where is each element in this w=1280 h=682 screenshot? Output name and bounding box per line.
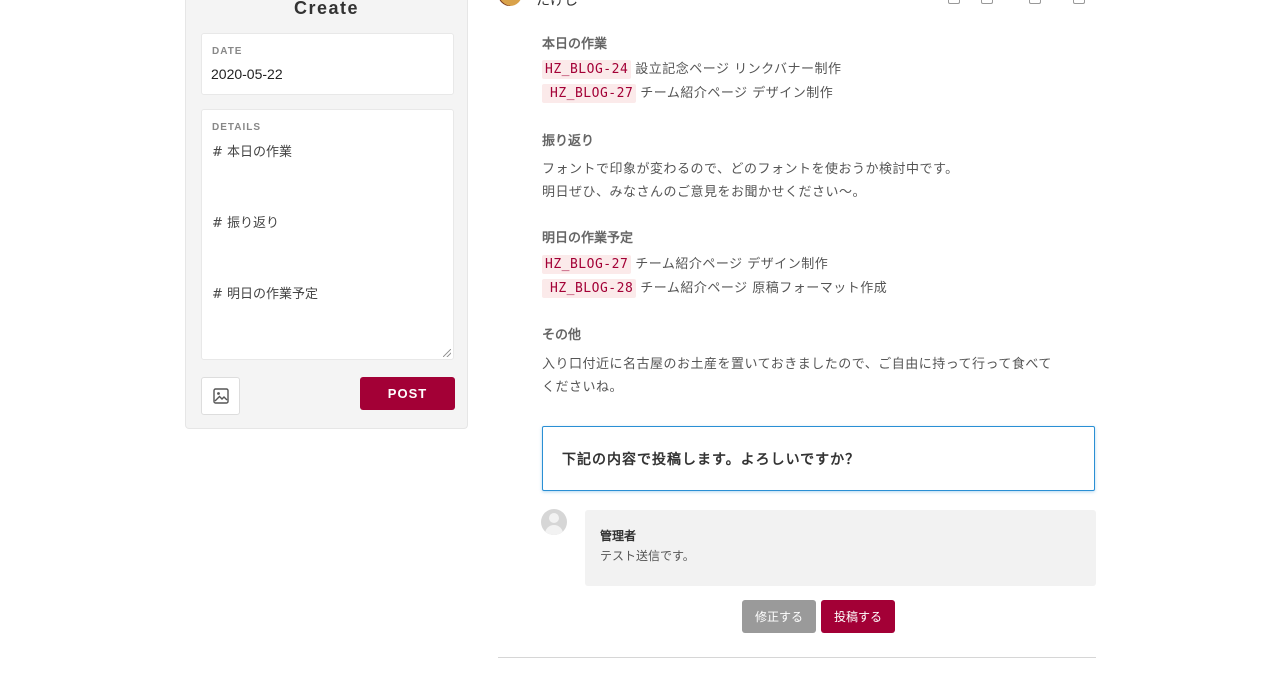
issue-tag[interactable]: HZ_BLOG-28: [542, 279, 637, 298]
issue-tag[interactable]: HZ_BLOG-24: [542, 60, 632, 79]
commenter-avatar: [541, 509, 567, 535]
issue-tag[interactable]: HZ_BLOG-27: [542, 255, 632, 274]
comment-icon[interactable]: [1029, 0, 1041, 4]
comment-author: 管理者: [600, 529, 637, 543]
date-field[interactable]: DATE 2020-05-22: [201, 33, 454, 95]
section-title-tomorrow: 明日の作業予定: [542, 231, 634, 246]
author-name: たけし: [536, 0, 578, 9]
task-text: チーム紹介ページ デザイン制作: [640, 86, 834, 101]
edit-button[interactable]: 修正する: [742, 600, 816, 633]
other-line: 入り口付近に名古屋のお土産を置いておきましたので、ご自由に持って行って食べて: [542, 357, 1052, 372]
submit-button[interactable]: 投稿する: [821, 600, 895, 633]
confirm-message-box: 下記の内容で投稿します。よろしいですか？: [542, 426, 1095, 491]
task-text: 設立記念ページ リンクバナー制作: [635, 62, 842, 77]
date-input[interactable]: 2020-05-22: [211, 66, 283, 82]
upload-image-button[interactable]: [201, 377, 240, 415]
section-title-today: 本日の作業: [542, 37, 608, 52]
post-button[interactable]: POST: [360, 377, 455, 410]
details-textarea[interactable]: DETAILS # 本日の作業 # 振り返り # 明日の作業予定: [201, 109, 454, 360]
review-line: 明日ぜひ、みなさんのご意見をお聞かせください〜。: [542, 185, 867, 200]
details-label: DETAILS: [212, 122, 262, 133]
details-line: # 本日の作業: [212, 145, 293, 160]
create-panel: Create DATE 2020-05-22 DETAILS # 本日の作業 #…: [185, 0, 468, 429]
review-line: フォントで印象が変わるので、どのフォントを使おうか検討中です。: [542, 162, 959, 177]
edit-icon[interactable]: [1073, 0, 1085, 4]
bookmark-icon[interactable]: [948, 0, 960, 4]
task-text: チーム紹介ページ デザイン制作: [635, 257, 829, 272]
section-title-review: 振り返り: [542, 134, 595, 149]
issue-tag[interactable]: HZ_BLOG-27: [542, 84, 637, 103]
task-row: HZ_BLOG-28 チーム紹介ページ 原稿フォーマット作成: [542, 277, 887, 298]
trash-icon[interactable]: [981, 0, 993, 4]
task-row: HZ_BLOG-27 チーム紹介ページ デザイン制作: [542, 82, 833, 103]
section-title-other: その他: [542, 328, 582, 343]
other-line: くださいね。: [542, 380, 624, 395]
task-text: チーム紹介ページ 原稿フォーマット作成: [640, 281, 888, 296]
task-row: HZ_BLOG-27 チーム紹介ページ デザイン制作: [542, 253, 828, 274]
confirm-text: 下記の内容で投稿します。よろしいですか？: [562, 452, 861, 468]
details-line: # 明日の作業予定: [212, 287, 319, 302]
divider: [498, 657, 1096, 658]
task-row: HZ_BLOG-24 設立記念ページ リンクバナー制作: [542, 58, 842, 79]
details-line: # 振り返り: [212, 216, 280, 231]
resize-handle[interactable]: [443, 349, 451, 357]
comment-card: 管理者 テスト送信です。: [585, 510, 1096, 586]
create-title: Create: [293, 0, 360, 18]
date-label: DATE: [212, 46, 243, 57]
comment-body: テスト送信です。: [600, 549, 695, 563]
image-icon: [212, 388, 229, 404]
author-avatar: [498, 0, 522, 6]
